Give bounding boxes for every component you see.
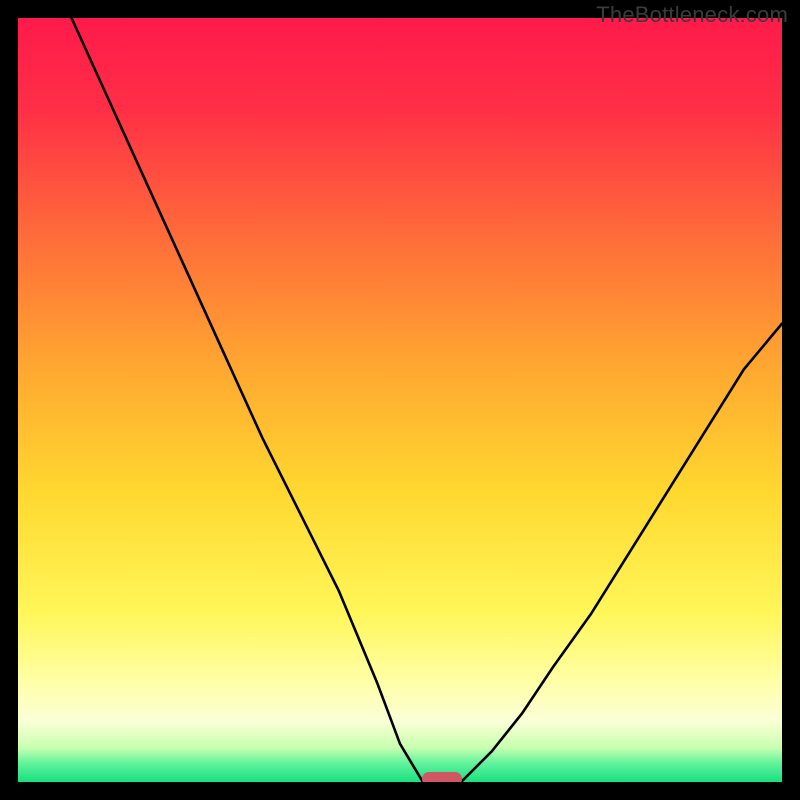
plot-area [18,18,782,782]
background-gradient [18,18,782,782]
chart-frame: TheBottleneck.com [0,0,800,800]
watermark-text: TheBottleneck.com [596,2,788,28]
optimal-marker [422,772,462,782]
